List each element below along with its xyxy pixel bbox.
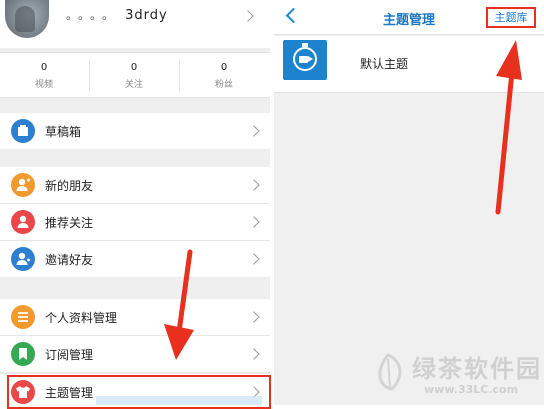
chevron-right-icon [248, 216, 260, 228]
stat-videos-label: 视频 [34, 80, 53, 90]
avatar[interactable] [5, 0, 49, 38]
recommend-icon [11, 210, 35, 234]
menu-item-new-friends[interactable]: 新的朋友 [0, 167, 270, 204]
stat-following-label: 关注 [124, 80, 143, 90]
drafts-icon [11, 119, 35, 143]
chevron-right-icon [248, 348, 260, 360]
stats-bar: 0 视频 0 关注 0 粉丝 [0, 52, 270, 98]
stat-following[interactable]: 0 关注 [90, 53, 178, 97]
stat-fans[interactable]: 0 粉丝 [180, 53, 268, 97]
theme-library-button[interactable]: 主题库 [486, 7, 536, 28]
menu-item-invite-friends[interactable]: 邀请好友 [0, 241, 270, 277]
profile-screen: 。。。。 3drdy 0 视频 0 关注 0 粉丝 草稿箱 新的朋友 推荐关注 … [0, 0, 270, 405]
stat-videos-count: 0 [40, 62, 48, 73]
leaf-logo-icon [378, 353, 402, 391]
invite-icon [11, 247, 35, 271]
username-text: 3drdy [125, 8, 168, 23]
bookmark-icon [11, 342, 35, 366]
highlight-box-theme-management [7, 375, 271, 409]
stat-videos[interactable]: 0 视频 [0, 53, 88, 97]
stopwatch-camera-icon [283, 40, 327, 80]
chevron-right-icon [248, 125, 260, 137]
menu-item-drafts[interactable]: 草稿箱 [0, 113, 270, 149]
username: 。。。。 3drdy [66, 6, 168, 23]
list-icon [11, 305, 35, 329]
watermark-text: 绿茶软件园 [412, 355, 542, 383]
menu-label: 推荐关注 [45, 216, 94, 230]
chevron-right-icon [248, 179, 260, 191]
red-arrow-down-icon [164, 249, 194, 360]
menu-item-subscription-management[interactable]: 订阅管理 [0, 336, 270, 373]
chevron-right-icon [248, 253, 260, 265]
stat-following-count: 0 [130, 62, 138, 73]
stat-fans-count: 0 [220, 62, 228, 73]
chevron-right-icon [242, 10, 254, 22]
theme-name: 默认主题 [360, 57, 409, 71]
menu-label: 邀请好友 [45, 253, 94, 267]
chevron-right-icon [248, 311, 260, 323]
watermark: 绿茶软件园 www.33LC.com [362, 345, 544, 405]
red-arrow-up-icon [495, 40, 522, 215]
menu-label: 订阅管理 [45, 348, 94, 362]
stat-fans-label: 粉丝 [214, 80, 233, 90]
menu-item-profile-management[interactable]: 个人资料管理 [0, 299, 270, 336]
top-bar: 主题管理 主题库 [274, 0, 544, 35]
menu-label: 新的朋友 [45, 179, 94, 193]
username-dots: 。。。。 [66, 8, 121, 22]
menu-item-recommended-follow[interactable]: 推荐关注 [0, 204, 270, 241]
menu-label: 个人资料管理 [45, 311, 118, 325]
watermark-url: www.33LC.com [424, 383, 519, 396]
new-friends-icon [11, 173, 35, 197]
profile-header[interactable]: 。。。。 3drdy [0, 0, 270, 48]
menu-label: 草稿箱 [45, 125, 82, 139]
